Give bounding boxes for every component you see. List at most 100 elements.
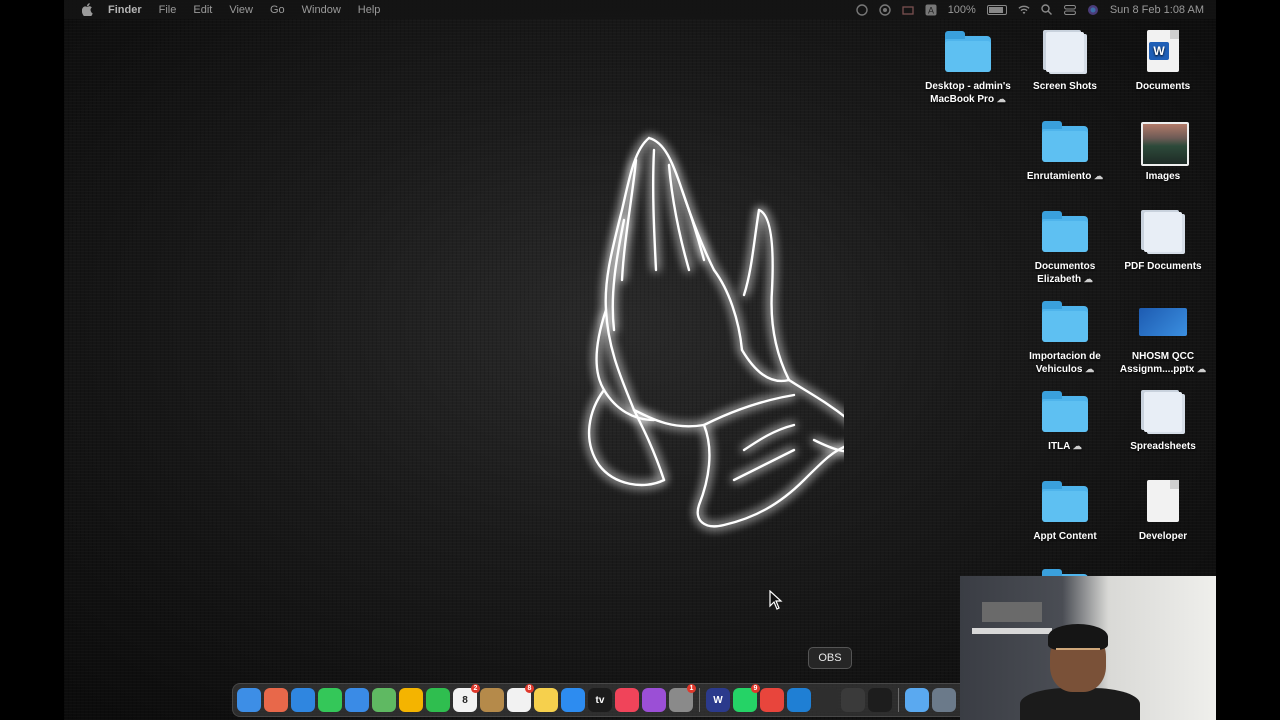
desktop-icon-label: Appt Content	[1033, 531, 1097, 542]
desktop-icon-screen-shots[interactable]: Screen Shots	[1017, 30, 1113, 93]
desktop-icon-label: Enrutamiento ☁	[1026, 171, 1104, 182]
control-center-icon[interactable]	[1063, 4, 1076, 16]
desktop-icon-importacion[interactable]: Importacion de Vehiculos ☁	[1017, 300, 1113, 376]
terminal-icon[interactable]	[868, 688, 892, 712]
webcam-background-object	[982, 602, 1042, 622]
desktop-icon-appt-content[interactable]: Appt Content	[1017, 480, 1113, 543]
cloud-download-icon: ☁	[1083, 274, 1093, 284]
status-area: A 100% Sun 8 Feb 1:08 AM	[855, 0, 1204, 19]
notification-badge: 2	[471, 684, 480, 693]
desktop-icon-pdf-documents[interactable]: PDF Documents	[1115, 210, 1211, 273]
battery-percent: 100%	[947, 3, 976, 16]
whatsapp-icon[interactable]: 9	[733, 684, 760, 712]
photos-icon[interactable]	[399, 688, 423, 712]
desktop-icon-label: NHOSM QCC Assignm....pptx ☁	[1119, 351, 1207, 375]
wifi-icon[interactable]	[1018, 4, 1030, 16]
blank-document-icon	[1147, 480, 1179, 522]
podcasts-icon[interactable]	[642, 688, 666, 712]
dock-separator	[898, 688, 899, 712]
dock-icon-glyph: 8	[462, 694, 468, 706]
mouse-cursor-icon	[769, 590, 783, 610]
calendar-icon[interactable]: 82	[453, 684, 480, 712]
desktop-icon-enrutamiento[interactable]: Enrutamiento ☁	[1017, 120, 1113, 183]
facetime-icon[interactable]	[426, 688, 450, 712]
image-thumbnail-icon	[1141, 122, 1189, 166]
webcam-person-glasses	[1056, 648, 1100, 660]
apple-menu-icon[interactable]	[80, 3, 94, 17]
desktop-icon-nhosm-pptx[interactable]: NHOSM QCC Assignm....pptx ☁	[1115, 300, 1211, 376]
notes-icon[interactable]	[534, 688, 558, 712]
mirror-status-icon[interactable]	[902, 4, 914, 16]
folder-icon	[945, 31, 991, 72]
menu-window[interactable]: Window	[302, 4, 341, 16]
desktop-icon-label: Screen Shots	[1033, 81, 1097, 92]
obs-icon[interactable]	[814, 688, 838, 712]
messages-icon[interactable]	[318, 688, 342, 712]
notification-badge: 8	[525, 684, 534, 693]
desktop-icon-documentos-elizabeth[interactable]: Documentos Elizabeth ☁	[1017, 210, 1113, 286]
menu-edit[interactable]: Edit	[193, 4, 212, 16]
word-w-icon[interactable]: W	[706, 688, 730, 712]
siri-icon[interactable]	[1087, 4, 1099, 16]
cloud-download-icon: ☁	[1197, 364, 1207, 374]
desktop-icon-desktop-folder[interactable]: Desktop - admin's MacBook Pro ☁	[920, 30, 1016, 106]
pdf-stack-icon	[1144, 212, 1182, 252]
webcam-overlay	[960, 576, 1216, 720]
cloud-download-icon: ☁	[1094, 171, 1104, 181]
battery-icon[interactable]	[986, 4, 1007, 15]
desktop-icon-label: PDF Documents	[1124, 261, 1202, 272]
input-source-icon[interactable]: A	[925, 4, 937, 16]
webcam-person-hair	[1048, 624, 1108, 650]
cloud-download-icon: ☁	[1085, 364, 1095, 374]
vscode-icon[interactable]	[787, 688, 811, 712]
maps-icon[interactable]	[372, 688, 396, 712]
pptx-thumbnail-icon	[1139, 308, 1187, 336]
menubar-clock[interactable]: Sun 8 Feb 1:08 AM	[1110, 4, 1204, 16]
music-icon[interactable]	[615, 688, 639, 712]
folder-icon	[1042, 391, 1088, 432]
desktop-icon-label: ITLA ☁	[1048, 441, 1082, 452]
reminders-icon[interactable]: 8	[507, 684, 534, 712]
desktop-icon-documents[interactable]: W Documents	[1115, 30, 1211, 93]
obs-status-icon[interactable]	[855, 3, 868, 16]
dock-separator	[699, 688, 700, 712]
activity-monitor-icon[interactable]	[841, 688, 865, 712]
webcam-shelf	[972, 628, 1052, 634]
webcam-person-body	[1020, 688, 1140, 720]
svg-text:A: A	[928, 5, 934, 15]
folder-icon	[1042, 211, 1088, 252]
menu-help[interactable]: Help	[358, 4, 381, 16]
notes-brown-icon[interactable]	[480, 688, 504, 712]
preview-icon[interactable]	[905, 688, 929, 712]
folder-dock-icon[interactable]	[932, 688, 956, 712]
desktop-icon-itla[interactable]: ITLA ☁	[1017, 390, 1113, 453]
dock: 8 2 8 tv 1 W 9	[232, 683, 968, 717]
desktop-icon-label: Spreadsheets	[1130, 441, 1196, 452]
desktop-icon-images[interactable]: Images	[1115, 120, 1211, 183]
folder-icon	[1042, 481, 1088, 522]
apple-tv-icon[interactable]: tv	[588, 688, 612, 712]
spotlight-search-icon[interactable]	[1041, 4, 1053, 16]
launchpad-icon[interactable]	[264, 688, 288, 712]
menu-app-name[interactable]: Finder	[108, 4, 142, 16]
system-settings-icon[interactable]: 1	[669, 684, 696, 712]
finder-icon[interactable]	[237, 688, 261, 712]
desktop-icon-label: Images	[1145, 171, 1181, 182]
folder-icon	[1042, 121, 1088, 162]
chrome-icon[interactable]	[760, 688, 784, 712]
safari-icon[interactable]	[291, 688, 315, 712]
vpn-status-icon[interactable]	[878, 3, 891, 16]
app-store-icon[interactable]	[561, 688, 585, 712]
mail-icon[interactable]	[345, 688, 369, 712]
folder-icon	[1042, 301, 1088, 342]
menu-go[interactable]: Go	[270, 4, 285, 16]
menu-file[interactable]: File	[159, 4, 177, 16]
desktop-icon-label: Developer	[1138, 531, 1188, 542]
menu-view[interactable]: View	[229, 4, 253, 16]
desktop-icon-label: Importacion de Vehiculos ☁	[1029, 351, 1101, 375]
desktop-icon-developer[interactable]: Developer	[1115, 480, 1211, 543]
desktop-icon-spreadsheets[interactable]: Spreadsheets	[1115, 390, 1211, 453]
dock-tooltip: OBS	[808, 647, 852, 669]
spreadsheet-stack-icon	[1144, 392, 1182, 432]
dock-icon-glyph: tv	[595, 694, 605, 706]
